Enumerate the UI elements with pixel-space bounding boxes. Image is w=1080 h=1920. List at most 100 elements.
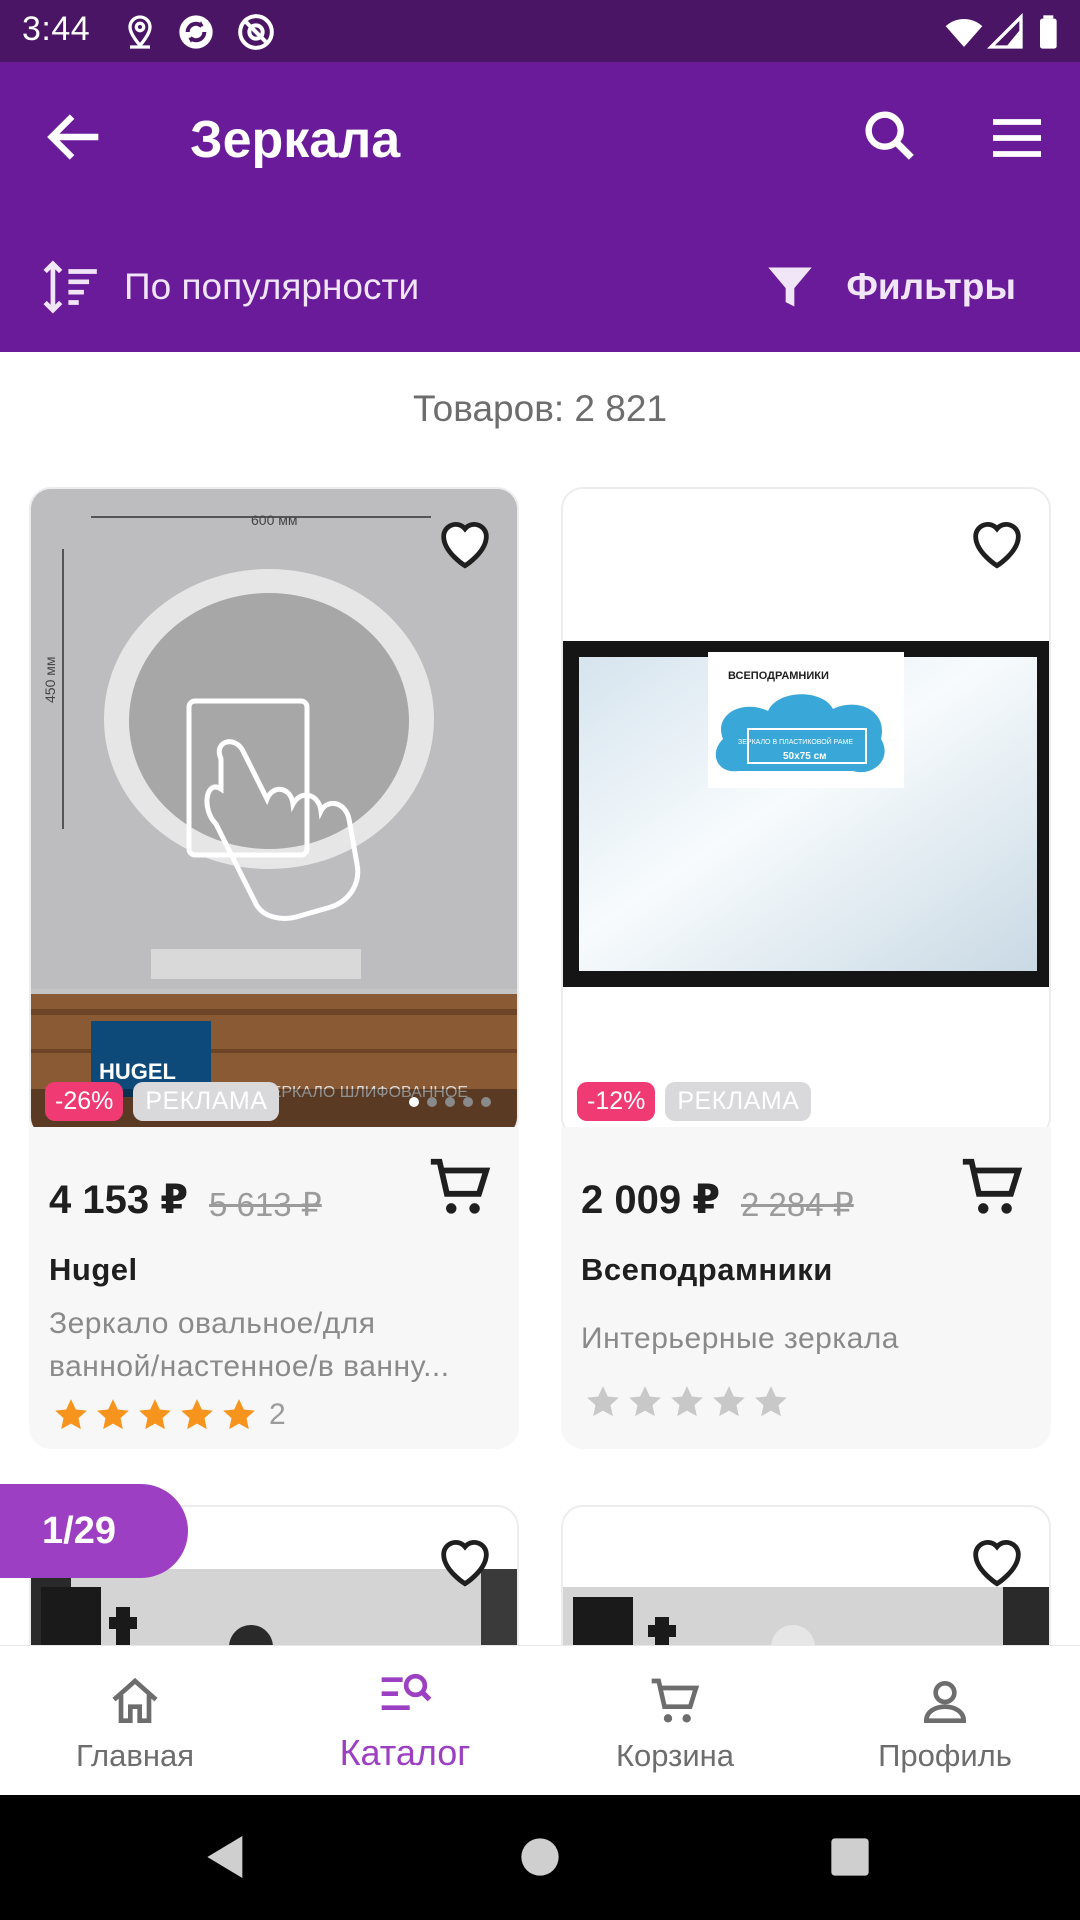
star-filled-icon (97, 1399, 129, 1430)
bottom-navigation: Главная Каталог Корзина Профиль (0, 1645, 1080, 1795)
product-old-price: 2 284 ₽ (741, 1186, 854, 1223)
filter-funnel-icon (768, 267, 813, 307)
star-filled-icon (55, 1399, 87, 1430)
search-button[interactable] (858, 104, 922, 168)
items-count: Товаров: 2 821 (412, 388, 668, 429)
nav-item-profile[interactable]: Профиль (810, 1646, 1080, 1796)
product-brand: Hugel (49, 1252, 138, 1287)
star-empty-icon (671, 1386, 703, 1417)
image-logo-text: HUGEL (99, 1059, 176, 1084)
system-recents-button[interactable] (822, 1829, 878, 1885)
location-icon (120, 12, 160, 52)
image-dimension-side: 450 мм (42, 657, 58, 704)
triangle-back-icon (207, 1836, 243, 1878)
product-description-line: ванной/настенное/в ванну... (49, 1350, 450, 1383)
nav-item-cart[interactable]: Корзина (540, 1646, 810, 1796)
app-bar: Зеркала По популярности Фильтры (0, 62, 1080, 352)
ad-badge: РЕКЛАМА (665, 1082, 812, 1121)
back-button[interactable] (40, 102, 110, 172)
heart-outline-icon (973, 1540, 1021, 1587)
nav-item-catalog[interactable]: Каталог (270, 1646, 540, 1796)
discount-badge: -12% (577, 1082, 656, 1121)
star-filled-icon (181, 1399, 213, 1430)
badges: -26% РЕКЛАМА (45, 1082, 280, 1121)
battery-icon (1030, 12, 1070, 52)
favorite-button[interactable] (965, 511, 1029, 575)
discount-badge: -26% (45, 1082, 124, 1121)
add-to-cart-button[interactable] (425, 1153, 495, 1223)
sort-icon (43, 260, 97, 314)
signal-icon (986, 12, 1026, 52)
menu-button[interactable] (985, 106, 1049, 170)
ad-badge: РЕКЛАМА (133, 1082, 280, 1121)
heart-outline-icon (973, 522, 1021, 569)
product-old-price: 5 613 ₽ (209, 1186, 322, 1223)
filter-button[interactable]: Фильтры (764, 252, 1016, 322)
carousel-dot (427, 1097, 437, 1107)
heart-outline-icon (441, 522, 489, 569)
status-time: 3:44 (22, 10, 91, 48)
at-sign-icon (236, 12, 276, 52)
image-dimension-top: 600 мм (251, 512, 298, 528)
image-label-line: ЗЕРКАЛО В ПЛАСТИКОВОЙ РАМЕ (738, 737, 853, 746)
rating-count: 2 (269, 1398, 286, 1431)
badges: -12% РЕКЛАМА (577, 1082, 812, 1121)
nav-label-profile: Профиль (878, 1738, 1012, 1773)
product-description: Интерьерные зеркала (581, 1317, 1031, 1360)
product-image[interactable] (561, 1505, 1051, 1645)
hamburger-menu-icon (993, 119, 1041, 157)
product-description: Зеркало овальное/для ванной/настенное/в … (49, 1302, 499, 1388)
image-label-brand: ВСЕПОДРАМНИКИ (728, 670, 829, 682)
framed-mirror-photo: ВСЕПОДРАМНИКИ ЗЕРКАЛО В ПЛАСТИКОВОЙ РАМЕ… (563, 489, 1049, 1137)
favorite-button[interactable] (433, 511, 497, 575)
product-description-line: Зеркало овальное/для (49, 1307, 376, 1340)
page-title: Зеркала (190, 111, 401, 169)
rating-stars (583, 1382, 793, 1422)
nav-item-home[interactable]: Главная (0, 1646, 270, 1796)
favorite-button[interactable] (433, 1529, 497, 1593)
carousel-dot (445, 1097, 455, 1107)
product-price: 4 153 ₽ (49, 1178, 189, 1222)
home-icon (112, 1677, 158, 1723)
star-empty-icon (755, 1386, 787, 1417)
system-home-button[interactable] (512, 1829, 568, 1885)
profile-icon (923, 1681, 967, 1723)
product-description-line: Интерьерные зеркала (581, 1322, 899, 1355)
favorite-button[interactable] (965, 1529, 1029, 1593)
wifi-icon (944, 12, 984, 52)
arrow-back-icon (47, 114, 99, 160)
sync-app-icon (176, 12, 216, 52)
rating-stars: 2 (51, 1395, 286, 1435)
search-icon (865, 111, 914, 160)
product-image[interactable]: 600 мм 450 мм HUGEL ЗЕРКАЛО ШЛИФОВАННОЕ … (29, 487, 519, 1139)
star-empty-icon (587, 1386, 619, 1417)
page-indicator: 1/29 (0, 1484, 188, 1578)
carousel-dot (463, 1097, 473, 1107)
nav-label-cart: Корзина (615, 1738, 735, 1773)
image-label-size: 50x75 см (783, 751, 827, 762)
star-empty-icon (713, 1386, 745, 1417)
circle-home-icon (521, 1838, 559, 1876)
star-empty-icon (629, 1386, 661, 1417)
product-info: 4 153 ₽ 5 613 ₽ Hugel Зеркало овальное/д… (29, 1127, 519, 1449)
product-card-partial[interactable] (561, 1505, 1051, 1645)
filter-label: Фильтры (846, 266, 1016, 307)
sort-button[interactable]: По популярности (40, 252, 419, 322)
sort-label: По популярности (124, 266, 420, 307)
heart-outline-icon (441, 1540, 489, 1587)
product-brand: Всеподрамники (581, 1252, 833, 1287)
oval-mirror-photo: 600 мм 450 мм HUGEL ЗЕРКАЛО ШЛИФОВАННОЕ (31, 489, 517, 1137)
status-bar: 3:44 (0, 0, 1080, 62)
star-filled-icon (223, 1399, 255, 1430)
add-to-cart-button[interactable] (957, 1153, 1027, 1223)
nav-label-home: Главная (76, 1738, 194, 1773)
cart-icon (430, 1158, 491, 1214)
product-info: 2 009 ₽ 2 284 ₽ Всеподрамники Интерьерны… (561, 1127, 1051, 1449)
product-image[interactable]: ВСЕПОДРАМНИКИ ЗЕРКАЛО В ПЛАСТИКОВОЙ РАМЕ… (561, 487, 1051, 1139)
image-carousel-dots (401, 1097, 491, 1107)
star-filled-icon (139, 1399, 171, 1430)
system-back-button[interactable] (198, 1829, 254, 1885)
catalog-search-icon (381, 1673, 432, 1710)
system-navigation-bar (0, 1795, 1080, 1920)
cart-icon (962, 1158, 1023, 1214)
